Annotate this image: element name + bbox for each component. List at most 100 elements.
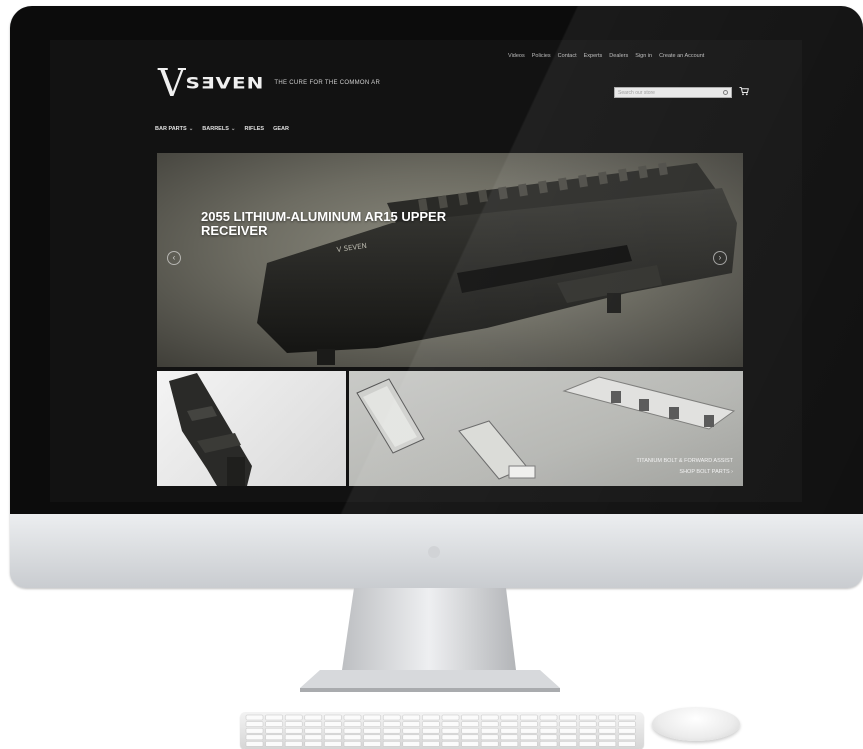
util-link-videos[interactable]: Videos <box>508 53 525 59</box>
chevron-down-icon: ⌄ <box>230 126 236 132</box>
nav-label: BARRELS <box>202 126 229 132</box>
keyboard-key <box>402 741 421 747</box>
chevron-left-icon[interactable]: ‹ <box>167 251 181 265</box>
keyboard-key <box>343 714 362 721</box>
keyboard-key <box>441 741 460 747</box>
keyboard-key <box>284 721 303 727</box>
keyboard-key <box>578 727 597 734</box>
keyboard-key <box>441 721 460 727</box>
keyboard-key <box>441 734 460 741</box>
keyboard-key <box>324 714 342 721</box>
cart-icon[interactable] <box>739 86 749 96</box>
monitor-bezel: Videos Policies Contact Experts Dealers … <box>10 6 863 514</box>
keyboard-key <box>265 714 283 721</box>
keyboard-key <box>363 734 381 741</box>
keyboard-key <box>480 721 499 727</box>
nav-item-barrels[interactable]: BARRELS ⌄ <box>202 126 235 132</box>
keyboard-key <box>520 714 538 721</box>
keyboard-key <box>402 734 421 741</box>
keyboard-key <box>461 727 479 734</box>
keyboard-key <box>618 734 636 741</box>
keyboard <box>240 712 644 749</box>
keyboard-key <box>461 734 479 741</box>
keyboard-key <box>304 714 323 721</box>
keyboard-key <box>324 721 342 727</box>
keyboard-key <box>402 721 421 727</box>
keyboard-key <box>245 727 264 734</box>
browser-screen: Videos Policies Contact Experts Dealers … <box>50 40 802 502</box>
keyboard-key <box>578 734 597 741</box>
util-link-create-account[interactable]: Create an Account <box>659 53 704 59</box>
feature-tile-lower[interactable] <box>157 371 346 486</box>
search-icon[interactable] <box>723 90 728 95</box>
keyboard-key <box>441 727 460 734</box>
logo-wordmark: SƎVEN <box>185 73 265 93</box>
keyboard-key <box>343 734 362 741</box>
nav-item-gear[interactable]: GEAR <box>273 126 289 132</box>
feature-tile-bolt[interactable]: TITANIUM BOLT & FORWARD ASSIST SHOP BOLT… <box>349 371 743 486</box>
keyboard-key <box>559 727 577 734</box>
hero-slider[interactable]: V SEVEN 2055 LITHIUM-ALUMINUM AR15 UPPER… <box>157 153 743 367</box>
keyboard-key <box>500 741 519 747</box>
imac-monitor: Videos Policies Contact Experts Dealers … <box>10 6 863 588</box>
keyboard-key <box>422 714 440 721</box>
keyboard-key <box>284 741 303 747</box>
keyboard-key <box>461 721 479 727</box>
keyboard-key <box>382 714 401 721</box>
chevron-right-icon[interactable]: › <box>713 251 727 265</box>
keyboard-key <box>382 741 401 747</box>
keyboard-keys <box>245 714 636 747</box>
search-input[interactable]: Search our store <box>614 87 732 98</box>
logo-mark: V <box>158 61 185 105</box>
keyboard-key <box>304 727 323 734</box>
main-nav: BAR PARTS ⌄ BARRELS ⌄ RIFLES GEAR <box>155 126 289 132</box>
util-link-experts[interactable]: Experts <box>584 53 603 59</box>
util-link-dealers[interactable]: Dealers <box>609 53 628 59</box>
keyboard-key <box>500 734 519 741</box>
keyboard-key <box>324 734 342 741</box>
util-link-policies[interactable]: Policies <box>532 53 551 59</box>
nav-item-bar-parts[interactable]: BAR PARTS ⌄ <box>155 126 193 132</box>
keyboard-key <box>461 714 479 721</box>
keyboard-key <box>343 727 362 734</box>
keyboard-key <box>382 727 401 734</box>
keyboard-key <box>480 741 499 747</box>
keyboard-key <box>284 734 303 741</box>
keyboard-key <box>382 734 401 741</box>
keyboard-key <box>618 741 636 747</box>
keyboard-key <box>559 721 577 727</box>
keyboard-key <box>578 741 597 747</box>
keyboard-key <box>363 714 381 721</box>
keyboard-key <box>520 741 538 747</box>
nav-item-rifles[interactable]: RIFLES <box>245 126 265 132</box>
keyboard-key <box>304 741 323 747</box>
keyboard-key <box>500 714 519 721</box>
util-link-sign-in[interactable]: Sign in <box>635 53 652 59</box>
apple-logo-icon <box>428 546 440 558</box>
magic-mouse <box>652 707 740 741</box>
keyboard-key <box>598 721 617 727</box>
logo-tagline: THE CURE FOR THE COMMON AR <box>274 80 381 86</box>
site-logo[interactable]: V SƎVEN THE CURE FOR THE COMMON AR <box>158 61 381 105</box>
tile-bolt-link[interactable]: SHOP BOLT PARTS › <box>679 469 733 475</box>
keyboard-key <box>245 734 264 741</box>
hero-title[interactable]: 2055 LITHIUM-ALUMINUM AR15 UPPER RECEIVE… <box>201 210 501 238</box>
search-placeholder: Search our store <box>618 90 655 96</box>
keyboard-key <box>500 727 519 734</box>
keyboard-key <box>539 741 558 747</box>
keyboard-key <box>480 727 499 734</box>
keyboard-key <box>539 734 558 741</box>
keyboard-key <box>284 714 303 721</box>
keyboard-key <box>402 714 421 721</box>
tile-bolt-caption[interactable]: TITANIUM BOLT & FORWARD ASSIST <box>636 458 733 464</box>
keyboard-key <box>304 734 323 741</box>
chevron-down-icon: ⌄ <box>188 126 194 132</box>
keyboard-key <box>284 727 303 734</box>
keyboard-key <box>539 721 558 727</box>
keyboard-key <box>245 721 264 727</box>
util-link-contact[interactable]: Contact <box>558 53 577 59</box>
keyboard-key <box>559 741 577 747</box>
keyboard-key <box>618 727 636 734</box>
keyboard-key <box>402 727 421 734</box>
keyboard-key <box>265 734 283 741</box>
